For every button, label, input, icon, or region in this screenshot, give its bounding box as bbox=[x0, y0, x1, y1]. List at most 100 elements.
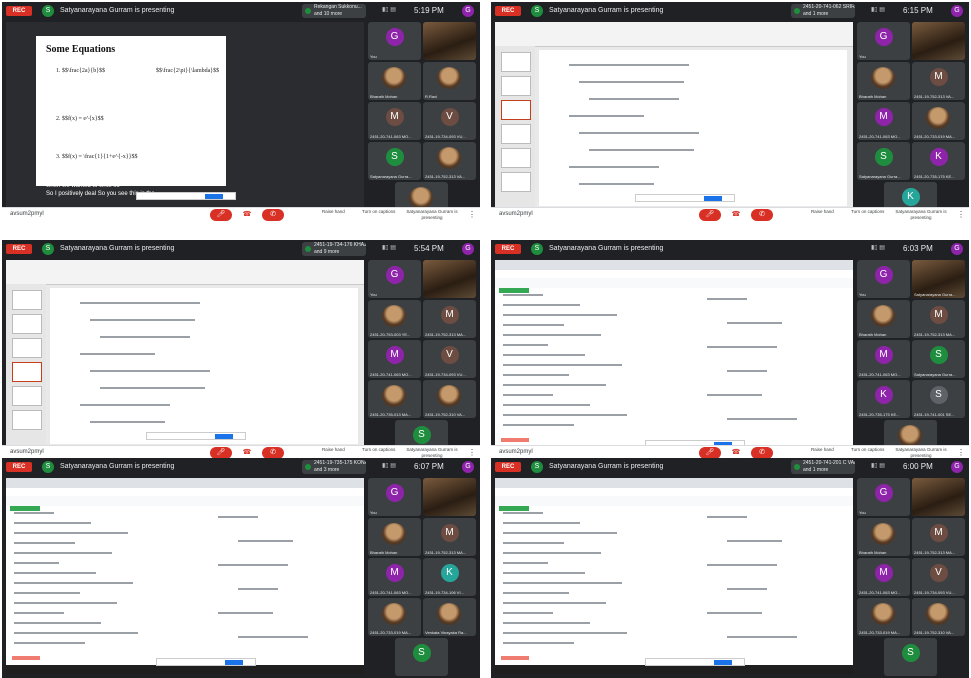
participant-tile[interactable]: R.Ravi bbox=[423, 62, 476, 100]
participant-tile[interactable]: Bharath Mohan bbox=[368, 62, 421, 100]
stop-sharing-button[interactable] bbox=[714, 660, 732, 665]
participant-tile[interactable]: Bharath Mohan bbox=[368, 518, 421, 556]
account-avatar[interactable]: G bbox=[462, 243, 474, 255]
code-editor[interactable] bbox=[495, 288, 668, 447]
participant-tile[interactable]: 2451-19-752-310 VA... bbox=[912, 598, 965, 636]
participant-tile[interactable]: G You bbox=[857, 22, 910, 60]
meeting-code[interactable]: avsum2pmyl bbox=[10, 211, 44, 217]
participant-tile[interactable]: M 2451-20-741-063 MO... bbox=[368, 102, 421, 140]
account-avatar[interactable]: G bbox=[462, 461, 474, 473]
raise-hand-button[interactable]: Raise hand bbox=[322, 209, 345, 215]
participant-tile[interactable]: 2451-20-753-003 YE... bbox=[368, 300, 421, 338]
leave-call-button[interactable]: ✆ bbox=[262, 209, 284, 221]
slide-thumbnail[interactable] bbox=[501, 76, 531, 96]
participant-tile[interactable]: M 2451-20-741-063 MO... bbox=[368, 558, 421, 596]
participant-tile[interactable]: G You bbox=[857, 478, 910, 516]
participant-tile[interactable]: 2451-20-735-013 MA... bbox=[368, 380, 421, 418]
stop-sharing-button[interactable] bbox=[225, 660, 243, 665]
participant-tile[interactable]: G You bbox=[368, 22, 421, 60]
participant-tile[interactable]: M 2451-20-741-063 MO... bbox=[857, 558, 910, 596]
participant-tile[interactable]: 2451-20-733-019 MA... bbox=[368, 598, 421, 636]
mic-button[interactable]: 🎤︎ bbox=[210, 209, 232, 221]
participant-tile[interactable]: S bbox=[884, 638, 937, 676]
more-options-icon[interactable]: ⋮ bbox=[468, 448, 476, 457]
slide-thumbnail[interactable] bbox=[12, 338, 42, 358]
participant-tile[interactable]: V 2451-19-734-093 VU... bbox=[423, 102, 476, 140]
participant-tile[interactable] bbox=[423, 478, 476, 516]
slide-thumbnail[interactable] bbox=[12, 290, 42, 310]
slide-thumbnail[interactable] bbox=[501, 148, 531, 168]
participant-tile[interactable]: 2451-19-752-313 VA... bbox=[423, 142, 476, 180]
slide-thumbnail[interactable] bbox=[501, 124, 531, 144]
slide-thumbnail[interactable] bbox=[501, 100, 531, 120]
camera-button[interactable]: ☎︎ bbox=[236, 209, 258, 221]
raise-hand-button[interactable]: Raise hand bbox=[322, 447, 345, 453]
slide-thumbnail[interactable] bbox=[501, 52, 531, 72]
participant-tile[interactable] bbox=[912, 478, 965, 516]
join-notification[interactable]: 2451-20-741-201 C VANG...and 1 more bbox=[791, 460, 855, 474]
raise-hand-button[interactable]: Raise hand bbox=[811, 209, 834, 215]
participant-tile[interactable]: M 2451-19-752-313 MA... bbox=[912, 518, 965, 556]
participant-tile[interactable]: K 2451-20-735-175 KE... bbox=[912, 142, 965, 180]
participant-tile[interactable]: K 2451-20-735-175 KE... bbox=[857, 380, 910, 418]
participant-tile[interactable] bbox=[423, 22, 476, 60]
meeting-code[interactable]: avsum2pmyl bbox=[10, 449, 44, 455]
participant-tile[interactable]: S Satyanarayana Gurra... bbox=[368, 142, 421, 180]
stop-sharing-button[interactable] bbox=[704, 196, 722, 201]
meeting-code[interactable]: avsum2pmyl bbox=[499, 211, 533, 217]
stop-sharing-button[interactable] bbox=[205, 194, 223, 199]
participant-tile[interactable]: 2451-19-752-310 VA... bbox=[423, 380, 476, 418]
participant-tile[interactable]: K 2451-19-734-106 VI... bbox=[423, 558, 476, 596]
code-editor[interactable] bbox=[495, 506, 668, 665]
more-options-icon[interactable]: ⋮ bbox=[468, 210, 476, 219]
account-avatar[interactable]: G bbox=[951, 5, 963, 17]
slide-thumbnail[interactable] bbox=[501, 172, 531, 192]
participant-tile[interactable]: S 2451-19-741-001 SE... bbox=[912, 380, 965, 418]
leave-call-button[interactable]: ✆ bbox=[751, 209, 773, 221]
participant-tile[interactable]: Satyanarayana Gurra... bbox=[912, 260, 965, 298]
participant-tile[interactable]: M 2451-19-752-313 MA... bbox=[423, 518, 476, 556]
participant-tile[interactable]: S Satyanarayana Gurra... bbox=[912, 340, 965, 378]
stop-sharing-button[interactable] bbox=[215, 434, 233, 439]
participant-tile[interactable]: G You bbox=[368, 478, 421, 516]
mic-button[interactable]: 🎤︎ bbox=[699, 209, 721, 221]
slide-thumbnail[interactable] bbox=[12, 386, 42, 406]
participant-tile[interactable]: G You bbox=[857, 260, 910, 298]
presenting-indicator[interactable]: Satyanarayana Gurram is presenting bbox=[891, 209, 951, 221]
more-options-icon[interactable]: ⋮ bbox=[957, 210, 965, 219]
participant-tile[interactable]: Bharath Mohan bbox=[857, 518, 910, 556]
captions-button[interactable]: Turn on captions bbox=[362, 209, 395, 215]
participant-tile[interactable]: M 2451-19-752-313 MA... bbox=[423, 300, 476, 338]
slide-thumbnail[interactable] bbox=[12, 314, 42, 334]
participant-tile[interactable]: 2451-20-733-019 MA... bbox=[857, 598, 910, 636]
join-notification[interactable]: Rekangan Sukkonu... and 10 more bbox=[302, 4, 366, 18]
participant-tile[interactable]: S Satyanarayana Gurra... bbox=[857, 142, 910, 180]
presenting-indicator[interactable]: Satyanarayana Gurram is presenting bbox=[402, 209, 462, 221]
participant-tile[interactable]: V 2451-19-734-093 VU... bbox=[912, 558, 965, 596]
participant-tile[interactable] bbox=[423, 260, 476, 298]
account-avatar[interactable]: G bbox=[951, 461, 963, 473]
participant-tile[interactable] bbox=[912, 22, 965, 60]
join-notification[interactable]: 2451-20-741-062 SRIRAMULA SAIKO...and 1 … bbox=[791, 4, 855, 18]
more-options-icon[interactable]: ⋮ bbox=[957, 448, 965, 457]
participant-tile[interactable]: M 2451-20-741-063 MO... bbox=[368, 340, 421, 378]
participant-tile[interactable]: M 2451-20-741-063 MO... bbox=[857, 102, 910, 140]
captions-button[interactable]: Turn on captions bbox=[362, 447, 395, 453]
participant-tile[interactable]: Bharath Mohan bbox=[857, 300, 910, 338]
slide-thumbnail[interactable] bbox=[12, 410, 42, 430]
participant-tile[interactable]: Bharath Mohan bbox=[857, 62, 910, 100]
join-notification[interactable]: 2451-19-735-175 KONAM SR...and 3 more bbox=[302, 460, 366, 474]
participant-tile[interactable]: Venkata Vinayaka Ra... bbox=[423, 598, 476, 636]
participant-tile[interactable]: M 2451-19-752-313 VA... bbox=[912, 62, 965, 100]
participant-tile[interactable]: V 2451-19-734-093 VU... bbox=[423, 340, 476, 378]
raise-hand-button[interactable]: Raise hand bbox=[811, 447, 834, 453]
code-editor[interactable] bbox=[6, 506, 179, 665]
participant-tile[interactable]: 2451-20-733-019 MA... bbox=[912, 102, 965, 140]
captions-button[interactable]: Turn on captions bbox=[851, 209, 884, 215]
participant-tile[interactable]: G You bbox=[368, 260, 421, 298]
participant-tile[interactable]: M 2451-20-741-063 MO... bbox=[857, 340, 910, 378]
slide-thumbnail[interactable] bbox=[12, 362, 42, 382]
participant-tile[interactable]: M 2451-19-752-313 MA... bbox=[912, 300, 965, 338]
join-notification[interactable]: 2451-19-734-176 KHAJZELLIR REHMAN K...an… bbox=[302, 242, 366, 256]
participant-tile[interactable]: S bbox=[395, 638, 448, 676]
